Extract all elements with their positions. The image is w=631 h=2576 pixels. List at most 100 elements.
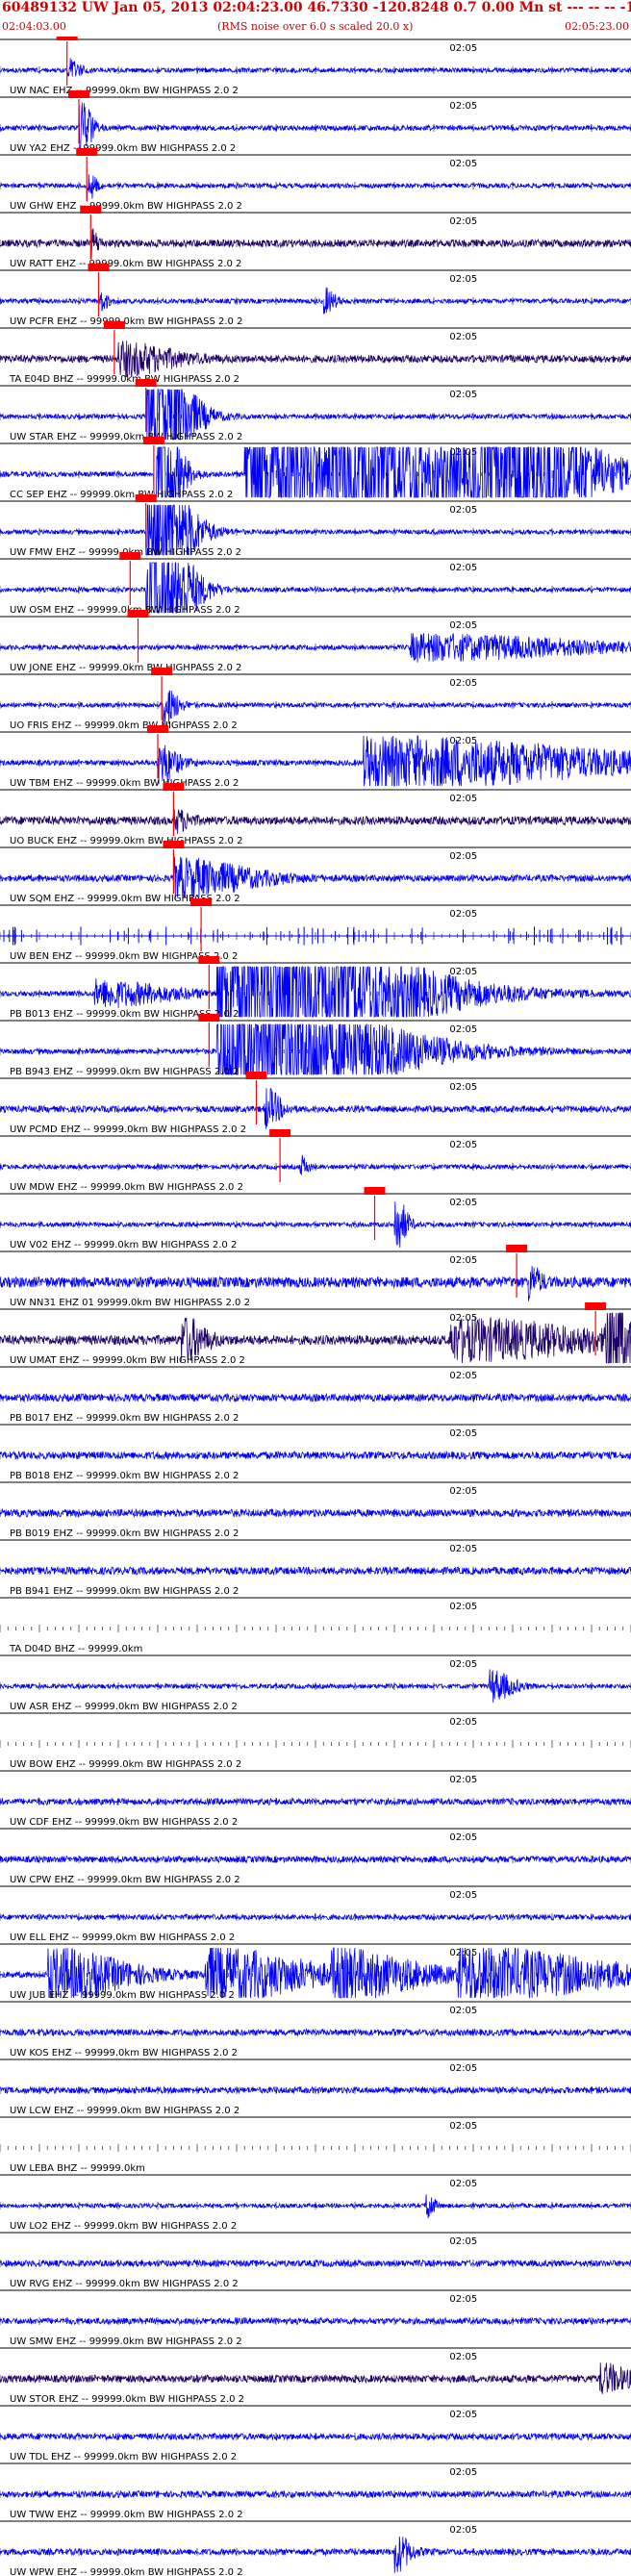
station-label: UO BUCK EHZ -- 99999.0km BW HIGHPASS 2.0… bbox=[10, 836, 242, 846]
trace-panel: 02:05 UW TWW EHZ -- 99999.0km BW HIGHPASS… bbox=[0, 2462, 631, 2520]
station-label: UW WPW EHZ -- 99999.0km BW HIGHPASS 2.0 … bbox=[10, 2567, 243, 2576]
time-tick-label: 02:05 bbox=[449, 909, 477, 920]
trace-panel: 02:05 PB B018 EHZ -- 99999.0km BW HIGHPAS… bbox=[0, 1424, 631, 1481]
time-ticks bbox=[0, 1740, 631, 1748]
pick-marker bbox=[364, 1187, 386, 1195]
trace-panel: 02:05 UW GHW EHZ -- 99999.0km BW HIGHPASS… bbox=[0, 148, 631, 212]
station-label: CC SEP EHZ -- 99999.0km BW HIGHPASS 2.0 … bbox=[10, 490, 233, 500]
pick-marker bbox=[198, 956, 220, 964]
time-tick-label: 02:05 bbox=[449, 851, 477, 862]
time-tick-label: 02:05 bbox=[449, 101, 477, 112]
station-label: UW LEBA BHZ -- 99999.0km bbox=[10, 2163, 145, 2174]
time-tick-label: 02:05 bbox=[449, 563, 477, 573]
time-tick-label: 02:05 bbox=[449, 1602, 477, 1612]
pick-marker bbox=[245, 1072, 267, 1079]
time-tick-label: 02:05 bbox=[449, 2236, 477, 2247]
pick-marker bbox=[80, 206, 102, 214]
end-time: 02:05:23.00 bbox=[565, 20, 629, 33]
trace-panel: 02:05 PB B941 EHZ -- 99999.0km BW HIGHPAS… bbox=[0, 1539, 631, 1597]
trace-panel: 02:05 UW TDL EHZ -- 99999.0km BW HIGHPASS… bbox=[0, 2405, 631, 2462]
pick-marker bbox=[147, 725, 168, 733]
trace-panel: 02:05 UW RATT EHZ -- 99999.0km BW HIGHPAS… bbox=[0, 206, 631, 269]
station-label: TA E04D BHZ -- 99999.0km BW HIGHPASS 2.0… bbox=[9, 374, 240, 385]
station-label: UW LO2 EHZ -- 99999.0km BW HIGHPASS 2.0 … bbox=[10, 2221, 237, 2232]
trace-panel: 02:05 UW KOS EHZ -- 99999.0km BW HIGHPASS… bbox=[0, 2001, 631, 2058]
time-tick-label: 02:05 bbox=[449, 678, 477, 689]
pick-marker bbox=[68, 90, 89, 98]
station-label: PB B018 EHZ -- 99999.0km BW HIGHPASS 2.0… bbox=[10, 1471, 239, 1481]
time-tick-label: 02:05 bbox=[449, 794, 477, 804]
station-label: UW V02 EHZ -- 99999.0km BW HIGHPASS 2.0 … bbox=[10, 1240, 237, 1250]
time-tick-label: 02:05 bbox=[449, 1486, 477, 1497]
trace-panel: 02:05 UW WPW EHZ -- 99999.0km BW HIGHPASS… bbox=[0, 2520, 631, 2576]
trace-panel: 02:05 UW NAC EHZ -- 99999.0km BW HIGHPASS… bbox=[0, 37, 631, 96]
pick-marker bbox=[151, 668, 173, 675]
trace-panel: 02:05 PB B017 EHZ -- 99999.0km BW HIGHPAS… bbox=[0, 1366, 631, 1424]
trace-panel: 02:05 UW V02 EHZ -- 99999.0km BW HIGHPASS… bbox=[0, 1187, 631, 1250]
station-label: UW PCMD EHZ -- 99999.0km BW HIGHPASS 2.0… bbox=[10, 1124, 246, 1135]
station-label: UW ASR EHZ -- 99999.0km BW HIGHPASS 2.0 … bbox=[10, 1702, 238, 1712]
station-label: UW UMAT EHZ -- 99999.0km BW HIGHPASS 2.0… bbox=[10, 1355, 245, 1366]
pick-marker bbox=[103, 321, 125, 329]
trace-panel: 02:05PB B013 EHZ -- 99999.0km BW HIGHPAS… bbox=[0, 956, 631, 1020]
time-tick-label: 02:05 bbox=[449, 2121, 477, 2132]
station-label: UW NN31 EHZ 01 99999.0km BW HIGHPASS 2.0… bbox=[10, 1298, 250, 1308]
trace-panel: 02:05 PB B943 EHZ -- 99999.0km BW HIGHPAS… bbox=[0, 1014, 631, 1077]
station-label: UW STAR EHZ -- 99999.0km BW HIGHPASS 2.0… bbox=[10, 432, 242, 442]
pick-marker bbox=[142, 437, 164, 444]
station-label: UW RVG EHZ -- 99999.0km BW HIGHPASS 2.0 … bbox=[10, 2279, 239, 2289]
trace-panel: 02:05 UW YA2 EHZ -- 99999.0km BW HIGHPASS… bbox=[0, 90, 631, 154]
pick-marker bbox=[198, 1014, 220, 1022]
pick-marker bbox=[163, 783, 185, 791]
station-label: PB B019 EHZ -- 99999.0km BW HIGHPASS 2.0… bbox=[10, 1528, 239, 1539]
pick-marker bbox=[127, 610, 149, 618]
time-ticks bbox=[0, 1625, 631, 1632]
trace-panel: 02:05 UW BOW EHZ -- 99999.0km BW HIGHPASS… bbox=[0, 1712, 631, 1770]
time-tick-label: 02:05 bbox=[449, 2294, 477, 2305]
trace-panel: 02:05 UO BUCK EHZ -- 99999.0km BW HIGHPAS… bbox=[0, 783, 631, 846]
trace-panel: 02:05 UW RVG EHZ -- 99999.0km BW HIGHPASS… bbox=[0, 2232, 631, 2289]
pick-marker bbox=[119, 552, 141, 560]
pick-marker bbox=[585, 1302, 607, 1310]
time-tick-label: 02:05 bbox=[449, 2352, 477, 2362]
waveform bbox=[0, 2362, 631, 2394]
station-label: UW CPW EHZ -- 99999.0km BW HIGHPASS 2.0 … bbox=[10, 1875, 240, 1885]
time-tick-label: 02:05 bbox=[449, 390, 477, 400]
trace-panel: 02:05 UW NN31 EHZ 01 99999.0km BW HIGHPAS… bbox=[0, 1245, 631, 1308]
station-label: UO FRIS EHZ -- 99999.0km BW HIGHPASS 2.0… bbox=[10, 720, 238, 731]
time-tick-label: 02:05 bbox=[449, 1371, 477, 1381]
time-tick-label: 02:05 bbox=[449, 1717, 477, 1728]
time-tick-label: 02:05 bbox=[449, 967, 477, 977]
station-label: UW KOS EHZ -- 99999.0km BW HIGHPASS 2.0 … bbox=[10, 2048, 238, 2058]
trace-panel: 02:05UW BEN EHZ -- 99999.0km BW HIGHPASS… bbox=[0, 898, 631, 962]
seismogram-plot: 02:05 UW NAC EHZ -- 99999.0km BW HIGHPASS… bbox=[0, 37, 631, 2576]
station-label: UW CDF EHZ -- 99999.0km BW HIGHPASS 2.0 … bbox=[10, 1817, 238, 1828]
trace-panel: 02:05 PB B019 EHZ -- 99999.0km BW HIGHPAS… bbox=[0, 1481, 631, 1539]
trace-panel: 02:05 UW ELL EHZ -- 99999.0km BW HIGHPASS… bbox=[0, 1885, 631, 1943]
trace-panel: 02:05 UW TBM EHZ -- 99999.0km BW HIGHPASS… bbox=[0, 725, 631, 789]
trace-panel: 02:05 UW LO2 EHZ -- 99999.0km BW HIGHPASS… bbox=[0, 2174, 631, 2232]
station-label: UW RATT EHZ -- 99999.0km BW HIGHPASS 2.0… bbox=[10, 259, 241, 269]
pick-marker bbox=[190, 898, 213, 906]
pick-marker bbox=[269, 1129, 291, 1137]
event-title: 60489132 UW Jan 05, 2013 02:04:23.00 46.… bbox=[2, 0, 631, 15]
time-tick-label: 02:05 bbox=[449, 1198, 477, 1208]
time-tick-label: 02:05 bbox=[449, 1255, 477, 1266]
waveform bbox=[0, 926, 631, 946]
pick-marker bbox=[506, 1245, 528, 1252]
time-tick-label: 02:05 bbox=[449, 1140, 477, 1150]
time-tick-label: 02:05 bbox=[449, 2410, 477, 2420]
trace-panel: 02:05 UW JONE EHZ -- 99999.0km BW HIGHPAS… bbox=[0, 610, 631, 673]
station-label: PB B941 EHZ -- 99999.0km BW HIGHPASS 2.0… bbox=[10, 1586, 239, 1597]
pick-marker bbox=[76, 148, 98, 156]
time-tick-label: 02:05 bbox=[449, 1775, 477, 1785]
time-tick-label: 02:05 bbox=[449, 2179, 477, 2189]
trace-panel: 02:05 UW OSM EHZ -- 99999.0km BW HIGHPASS… bbox=[0, 552, 631, 616]
station-label: UW SMW EHZ -- 99999.0km BW HIGHPASS 2.0 … bbox=[10, 2336, 242, 2347]
time-ticks bbox=[0, 2144, 631, 2152]
station-label: UW TWW EHZ -- 99999.0km BW HIGHPASS 2.0 … bbox=[10, 2510, 243, 2520]
trace-panel: 02:05 UW ASR EHZ -- 99999.0km BW HIGHPASS… bbox=[0, 1654, 631, 1712]
pick-marker bbox=[163, 841, 185, 848]
time-tick-label: 02:05 bbox=[449, 1428, 477, 1439]
start-time: 02:04:03.00 bbox=[2, 20, 66, 33]
